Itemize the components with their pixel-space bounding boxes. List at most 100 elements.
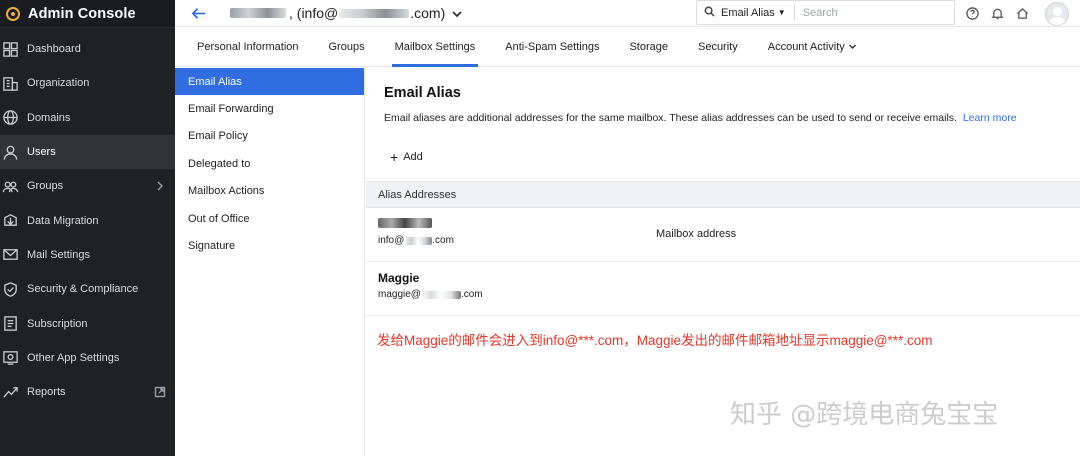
sidebar-item-label: Domains	[27, 111, 71, 124]
sidebar-item-domains[interactable]: Domains	[0, 101, 175, 135]
email-prefix: info@	[378, 235, 405, 246]
alias-name	[378, 217, 432, 231]
tab-label: Security	[697, 40, 738, 53]
admin-console-logo-icon	[6, 6, 20, 21]
notification-bell-icon[interactable]	[985, 1, 1010, 26]
tab-account-activity[interactable]: Account Activity	[768, 27, 857, 67]
subnav-mailbox-actions[interactable]: Mailbox Actions	[175, 178, 364, 205]
page-description: Email aliases are additional addresses f…	[384, 112, 1017, 124]
search-scope-dropdown[interactable]: Email Alias ▼	[721, 7, 786, 19]
subnav-signature[interactable]: Signature	[175, 232, 364, 259]
tab-anti-spam-settings[interactable]: Anti-Spam Settings	[505, 27, 599, 67]
search-box: Email Alias ▼	[696, 0, 955, 25]
email-suffix: .com	[460, 289, 483, 300]
toolbar	[960, 0, 1080, 27]
tab-label: Account Activity	[767, 40, 845, 53]
page-title: Email Alias	[384, 85, 461, 101]
sidebar-item-label: Groups	[27, 180, 64, 193]
alias-email: info@ .com	[378, 235, 454, 246]
search-scope-label: Email Alias	[721, 6, 775, 19]
tab-mailbox-settings[interactable]: Mailbox Settings	[391, 27, 479, 67]
email-prefix: maggie@	[378, 289, 421, 300]
sidebar-item-label: Data Migration	[27, 214, 99, 227]
tab-label: Groups	[328, 40, 365, 53]
alias-name: Maggie	[378, 271, 420, 285]
home-icon[interactable]	[1010, 1, 1035, 26]
redacted-domain	[339, 8, 410, 18]
table-header: Alias Addresses	[366, 181, 1080, 208]
redacted-domain	[420, 290, 461, 299]
shield-icon	[1, 280, 19, 298]
tab-label: Mailbox Settings	[394, 40, 476, 53]
table-row[interactable]: info@ .com Mailbox address	[366, 209, 1080, 262]
dashboard-icon	[1, 40, 19, 58]
sidebar-item-label: Organization	[27, 77, 90, 90]
sidebar-item-organization[interactable]: Organization	[0, 66, 175, 100]
sidebar-item-label: Dashboard	[27, 43, 81, 56]
sidebar-item-label: Mail Settings	[27, 248, 90, 261]
organization-icon	[1, 74, 19, 92]
external-link-icon	[154, 386, 166, 398]
redacted-name	[230, 8, 286, 18]
learn-more-link[interactable]: Learn more	[963, 112, 1017, 124]
groups-icon	[1, 177, 19, 195]
tab-groups[interactable]: Groups	[329, 27, 365, 67]
top-bar: , (info@ .com) Email Alias ▼	[175, 0, 1080, 27]
subnav-email-alias[interactable]: Email Alias	[175, 68, 364, 96]
mail-settings-icon	[1, 246, 19, 264]
tab-security[interactable]: Security	[698, 27, 738, 67]
sidebar: Admin Console Dashboard Organization Dom…	[0, 0, 175, 456]
subnav-out-of-office[interactable]: Out of Office	[175, 205, 364, 232]
add-label: Add	[403, 151, 423, 163]
tab-storage[interactable]: Storage	[629, 27, 668, 67]
sidebar-item-dashboard[interactable]: Dashboard	[0, 32, 175, 66]
user-icon	[1, 143, 19, 161]
tab-personal-information[interactable]: Personal Information	[197, 27, 299, 67]
sidebar-item-label: Subscription	[27, 317, 88, 330]
divider	[793, 5, 795, 20]
sidebar-item-label: Reports	[27, 386, 66, 399]
subnav-email-forwarding[interactable]: Email Forwarding	[175, 95, 364, 122]
subnav-delegated-to[interactable]: Delegated to	[175, 150, 364, 177]
sidebar-item-subscription[interactable]: Subscription	[0, 306, 175, 340]
app-title: Admin Console	[28, 5, 136, 22]
sidebar-item-other-app-settings[interactable]: Other App Settings	[0, 341, 175, 375]
sidebar-item-data-migration[interactable]: Data Migration	[0, 203, 175, 237]
sidebar-menu: Dashboard Organization Domains Users Gro…	[0, 32, 175, 409]
avatar[interactable]	[1045, 1, 1069, 26]
tab-bar: Personal Information Groups Mailbox Sett…	[175, 27, 1080, 67]
account-prefix: , (info@	[289, 5, 339, 21]
annotation-text: 发给Maggie的邮件会进入到info@***.com，Maggie发出的邮件邮…	[377, 333, 933, 348]
chevron-down-icon	[848, 42, 857, 51]
chevron-right-icon	[154, 180, 166, 192]
reports-icon	[1, 383, 19, 401]
account-suffix: .com)	[410, 5, 446, 21]
sidebar-item-users[interactable]: Users	[0, 134, 175, 170]
search-input[interactable]	[802, 6, 943, 19]
redacted-domain	[404, 236, 433, 245]
subnav-email-policy[interactable]: Email Policy	[175, 123, 364, 150]
sidebar-item-label: Other App Settings	[27, 351, 120, 364]
plus-icon: +	[390, 148, 399, 165]
account-selector[interactable]: , (info@ .com)	[230, 5, 463, 21]
redacted-name	[378, 218, 432, 228]
brand[interactable]: Admin Console	[0, 0, 175, 28]
help-icon[interactable]	[960, 1, 985, 26]
description-text: Email aliases are additional addresses f…	[384, 112, 957, 124]
mailbox-address-label: Mailbox address	[656, 228, 737, 240]
tab-label: Storage	[629, 40, 668, 53]
sidebar-item-reports[interactable]: Reports	[0, 375, 175, 409]
sidebar-item-mail-settings[interactable]: Mail Settings	[0, 238, 175, 272]
add-alias-button[interactable]: + Add	[390, 148, 423, 165]
table-row[interactable]: Maggie maggie@ .com	[366, 263, 1080, 316]
alias-email: maggie@ .com	[378, 289, 483, 300]
subscription-icon	[1, 315, 19, 333]
tab-label: Personal Information	[197, 40, 299, 53]
sidebar-item-security-compliance[interactable]: Security & Compliance	[0, 272, 175, 306]
chevron-down-icon	[451, 7, 463, 19]
caret-down-icon: ▼	[777, 8, 786, 17]
globe-icon	[1, 109, 19, 127]
tab-label: Anti-Spam Settings	[505, 40, 600, 53]
back-arrow-icon[interactable]	[190, 3, 210, 23]
sidebar-item-groups[interactable]: Groups	[0, 169, 175, 203]
